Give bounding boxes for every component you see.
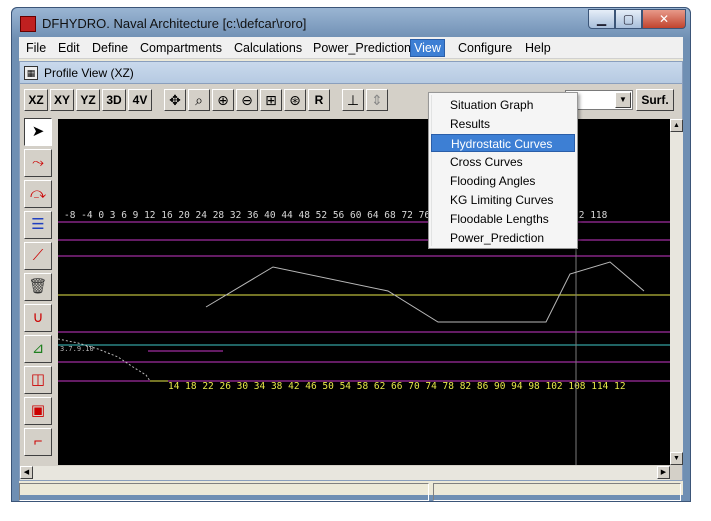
zoom-icon[interactable]: ⌕ <box>188 89 210 111</box>
zoom-window-icon[interactable]: ⊞ <box>260 89 282 111</box>
horizontal-scrollbar[interactable]: ◀ ▶ <box>20 466 670 480</box>
drawing-canvas[interactable]: -8 -4 0 3 6 9 12 16 20 24 28 32 36 40 44… <box>58 119 670 465</box>
view-yz-button[interactable]: YZ <box>76 89 100 111</box>
menu-item-situation-graph[interactable]: Situation Graph <box>431 96 575 114</box>
reset-button[interactable]: R <box>308 89 330 111</box>
grid-view-icon: ▦ <box>24 66 38 80</box>
menu-compartments[interactable]: Compartments <box>137 40 225 57</box>
waterplane-icon[interactable]: ⊿ <box>24 335 52 363</box>
scroll-icon[interactable]: ⇕ <box>366 89 388 111</box>
view-menu: Situation Graph Results Hydrostatic Curv… <box>428 92 578 249</box>
child-title: Profile View (XZ) <box>44 66 134 80</box>
grid-icon[interactable]: ▣ <box>24 397 52 425</box>
tool-palette: ➤ ⤳ ⤼ ☰ ⟋ 🗑 ∪ ⊿ ◫ ▣ ⌐ <box>20 118 56 458</box>
menu-item-results[interactable]: Results <box>431 115 575 133</box>
surf-button[interactable]: Surf. <box>636 89 674 111</box>
pointer-icon[interactable]: ➤ <box>24 118 52 146</box>
title-bar: DFHYDRO. Naval Architecture [c:\defcar\r… <box>12 8 690 39</box>
status-panel-right <box>433 483 681 501</box>
line-icon[interactable]: ⟋ <box>24 242 52 270</box>
maximize-icon[interactable]: ▢ <box>615 9 642 29</box>
step-icon[interactable]: ⌐ <box>24 428 52 456</box>
pan-icon[interactable]: ✥ <box>164 89 186 111</box>
menu-define[interactable]: Define <box>89 40 131 57</box>
profile-line <box>205 261 645 323</box>
menu-bar: File Edit Define Compartments Calculatio… <box>19 37 683 59</box>
view-xy-button[interactable]: XY <box>50 89 74 111</box>
app-icon <box>20 16 36 32</box>
menu-item-hydrostatic-curves[interactable]: Hydrostatic Curves <box>431 134 575 152</box>
menu-item-flooding-angles[interactable]: Flooding Angles <box>431 172 575 190</box>
zoom-all-icon[interactable]: ⊛ <box>284 89 306 111</box>
menu-view[interactable]: View <box>410 39 445 57</box>
view-3d-button[interactable]: 3D <box>102 89 126 111</box>
scroll-left-icon[interactable]: ◀ <box>20 466 33 479</box>
curve-edit-icon[interactable]: ⤼ <box>24 180 52 208</box>
trash-icon[interactable]: 🗑 <box>24 273 52 301</box>
view-toolbar: XZ XY YZ 3D 4V ✥ ⌕ ⊕ ⊖ ⊞ ⊛ R ⊥ ⇕ ▼ Surf. <box>20 86 682 114</box>
menu-help[interactable]: Help <box>522 40 554 57</box>
view-xz-button[interactable]: XZ <box>24 89 48 111</box>
window-title: DFHYDRO. Naval Architecture [c:\defcar\r… <box>42 16 307 31</box>
status-panel-main <box>19 483 429 501</box>
menu-item-kg-limiting-curves[interactable]: KG Limiting Curves <box>431 191 575 209</box>
scroll-right-icon[interactable]: ▶ <box>657 466 670 479</box>
curve-icon[interactable]: ⤳ <box>24 149 52 177</box>
chevron-down-icon[interactable]: ▼ <box>615 92 631 108</box>
menu-power-prediction[interactable]: Power_Prediction <box>310 40 414 57</box>
bottom-scale: 14 18 22 26 30 34 38 42 46 50 54 58 62 6… <box>168 381 626 392</box>
zoom-out-icon[interactable]: ⊖ <box>236 89 258 111</box>
menu-item-floodable-lengths[interactable]: Floodable Lengths <box>431 210 575 228</box>
status-bar <box>19 483 683 501</box>
scroll-up-icon[interactable]: ▲ <box>670 119 683 132</box>
menu-file[interactable]: File <box>23 40 49 57</box>
view-4v-button[interactable]: 4V <box>128 89 152 111</box>
hull-section-icon[interactable]: ∪ <box>24 304 52 332</box>
profile-view-window: ▦ Profile View (XZ) XZ XY YZ 3D 4V ✥ ⌕ ⊕… <box>19 61 683 481</box>
station-label: 3.7.9.10 <box>60 345 94 353</box>
client-area: File Edit Define Compartments Calculatio… <box>19 37 683 501</box>
minimize-icon[interactable]: ▁ <box>588 9 615 29</box>
menu-item-power-prediction[interactable]: Power_Prediction <box>431 229 575 247</box>
menu-calculations[interactable]: Calculations <box>231 40 305 57</box>
close-icon[interactable]: ✕ <box>642 9 686 29</box>
box-icon[interactable]: ◫ <box>24 366 52 394</box>
menu-edit[interactable]: Edit <box>55 40 83 57</box>
app-window: DFHYDRO. Naval Architecture [c:\defcar\r… <box>11 7 691 502</box>
layers-icon[interactable]: ☰ <box>24 211 52 239</box>
zoom-in-icon[interactable]: ⊕ <box>212 89 234 111</box>
scroll-down-icon[interactable]: ▼ <box>670 452 683 465</box>
menu-configure[interactable]: Configure <box>455 40 515 57</box>
child-title-bar: ▦ Profile View (XZ) <box>20 62 682 84</box>
menu-item-cross-curves[interactable]: Cross Curves <box>431 153 575 171</box>
profile-drawing: -8 -4 0 3 6 9 12 16 20 24 28 32 36 40 44… <box>58 119 670 465</box>
section-icon[interactable]: ⊥ <box>342 89 364 111</box>
vertical-scrollbar[interactable]: ▲ ▼ <box>670 119 683 465</box>
